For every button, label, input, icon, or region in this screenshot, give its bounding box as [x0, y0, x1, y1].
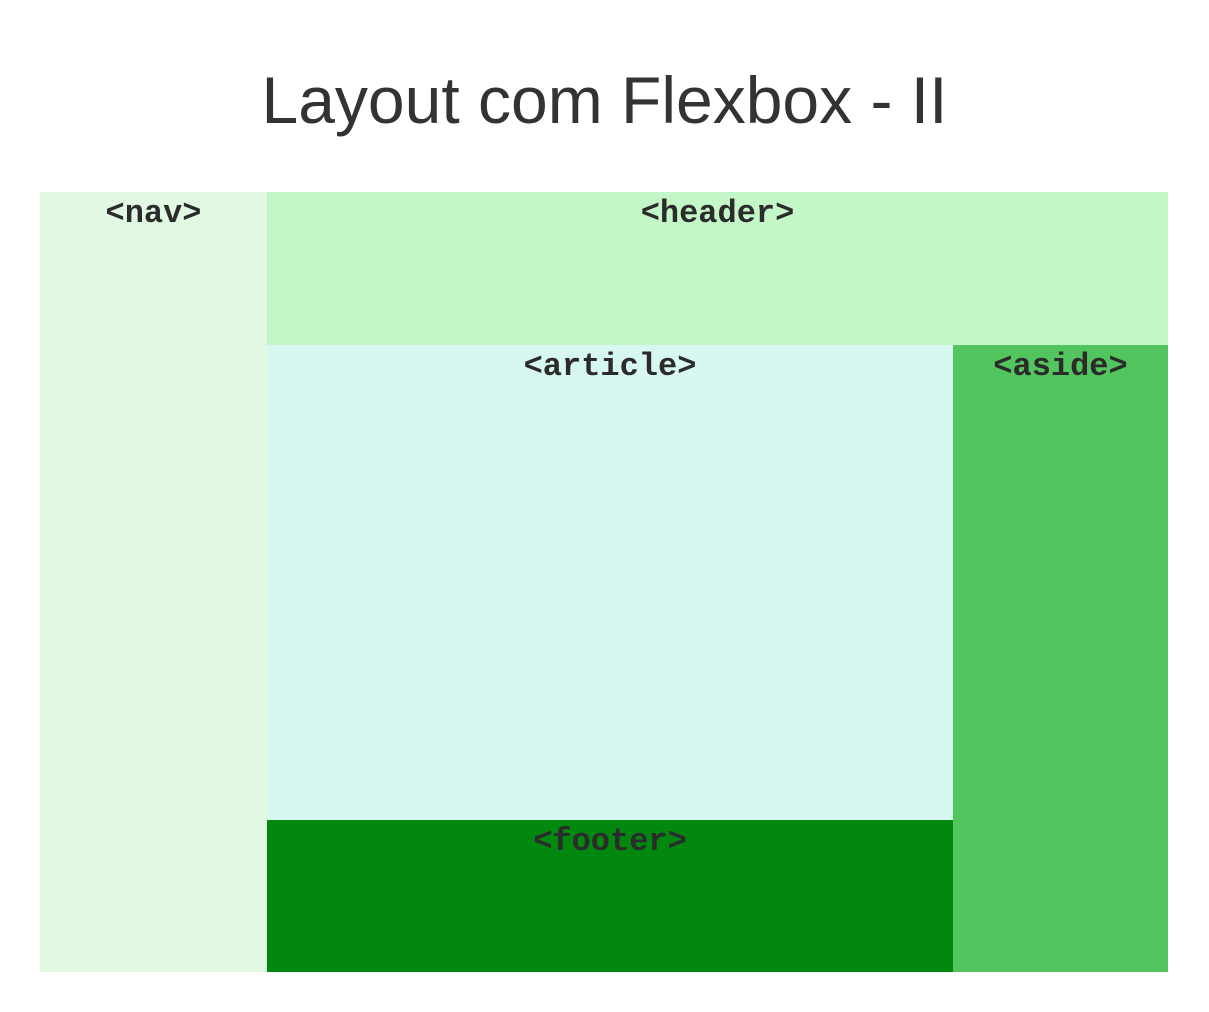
aside-section: <aside> [953, 345, 1168, 972]
article-label: <article> [523, 348, 697, 385]
header-section: <header> [267, 192, 1168, 345]
main-column: <article> <footer> [267, 345, 953, 972]
header-label: <header> [640, 195, 795, 232]
nav-section: <nav> [40, 192, 267, 972]
flex-layout-container: <nav> <header> <article> <footer> <aside… [40, 192, 1168, 972]
article-section: <article> [267, 345, 953, 820]
aside-label: <aside> [993, 348, 1128, 385]
page-title: Layout com Flexbox - II [261, 63, 948, 137]
nav-label: <nav> [105, 195, 202, 232]
footer-label: <footer> [533, 823, 687, 860]
right-column: <header> <article> <footer> <aside> [267, 192, 1168, 972]
lower-row: <article> <footer> <aside> [267, 345, 1168, 972]
footer-section: <footer> [267, 820, 953, 972]
